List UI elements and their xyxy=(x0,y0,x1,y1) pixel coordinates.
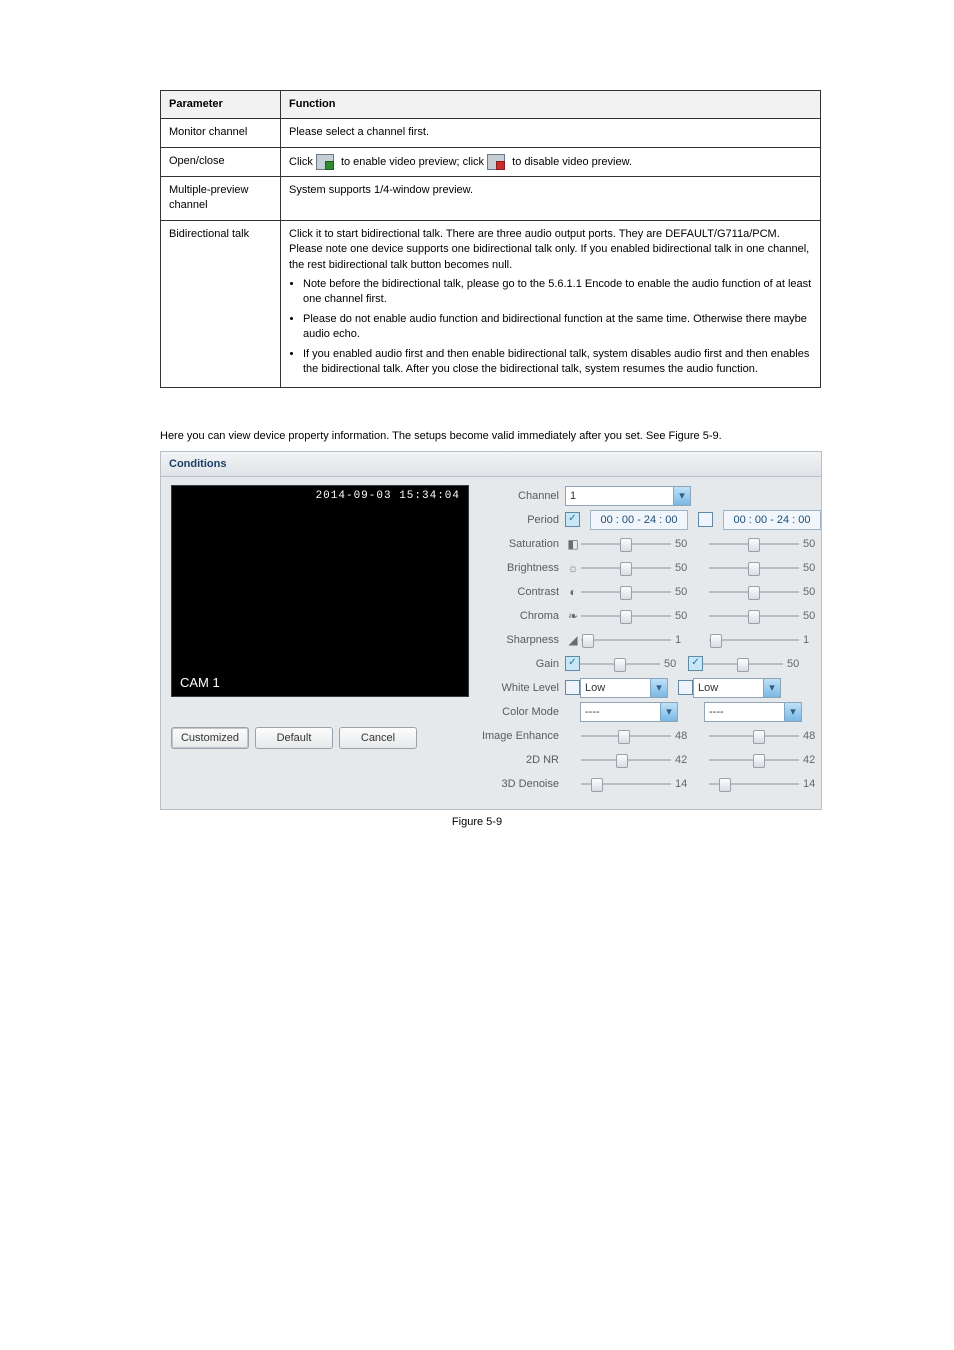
chevron-down-icon: ▾ xyxy=(650,679,667,697)
nr2d-slider-2[interactable] xyxy=(709,751,799,769)
saturation-slider-1[interactable] xyxy=(581,535,671,553)
table-row: Bidirectional talk Click it to start bid… xyxy=(161,220,821,388)
brightness-icon: ☼ xyxy=(565,561,581,575)
brightness-slider-1[interactable] xyxy=(581,559,671,577)
channel-select[interactable]: 1 ▾ xyxy=(565,486,691,506)
gain-checkbox-2[interactable] xyxy=(688,656,703,671)
gain-slider-2[interactable] xyxy=(703,655,783,673)
chevron-down-icon: ▾ xyxy=(660,703,677,721)
chevron-down-icon: ▾ xyxy=(673,487,690,505)
channel-label: Channel xyxy=(477,490,565,502)
white-select-2[interactable]: Low▾ xyxy=(693,678,781,698)
preview-disable-icon xyxy=(487,154,505,170)
sharpness-slider-1[interactable] xyxy=(581,631,671,649)
figure-caption: Figure 5-9 xyxy=(160,816,794,828)
cancel-button[interactable]: Cancel xyxy=(339,727,417,749)
gain-checkbox-1[interactable] xyxy=(565,656,580,671)
table-header-func: Function xyxy=(281,91,821,119)
camera-label: CAM 1 xyxy=(180,675,220,690)
body-paragraph: Here you can view device property inform… xyxy=(160,428,794,445)
enhance-slider-2[interactable] xyxy=(709,727,799,745)
gain-slider-1[interactable] xyxy=(580,655,660,673)
period-checkbox-1[interactable] xyxy=(565,512,580,527)
preview-timestamp: 2014-09-03 15:34:04 xyxy=(316,490,460,502)
saturation-slider-2[interactable] xyxy=(709,535,799,553)
chevron-down-icon: ▾ xyxy=(763,679,780,697)
white-checkbox-1[interactable] xyxy=(565,680,580,695)
colormode-select-2[interactable]: ----▾ xyxy=(704,702,802,722)
nr2d-slider-1[interactable] xyxy=(581,751,671,769)
table-row: Monitor channel Please select a channel … xyxy=(161,119,821,147)
white-select-1[interactable]: Low▾ xyxy=(580,678,668,698)
nr3d-slider-2[interactable] xyxy=(709,775,799,793)
default-button[interactable]: Default xyxy=(255,727,333,749)
preview-enable-icon xyxy=(316,154,334,170)
enhance-slider-1[interactable] xyxy=(581,727,671,745)
brightness-slider-2[interactable] xyxy=(709,559,799,577)
colormode-select-1[interactable]: ----▾ xyxy=(580,702,678,722)
chroma-slider-1[interactable] xyxy=(581,607,671,625)
white-checkbox-2[interactable] xyxy=(678,680,693,695)
chevron-down-icon: ▾ xyxy=(784,703,801,721)
contrast-slider-1[interactable] xyxy=(581,583,671,601)
table-row: Multiple-preview channel System supports… xyxy=(161,177,821,221)
video-preview: 2014-09-03 15:34:04 CAM 1 xyxy=(171,485,469,697)
window-titlebar: Conditions xyxy=(161,452,821,477)
period-label: Period xyxy=(477,514,565,526)
sharpness-icon: ◢ xyxy=(565,633,581,647)
chroma-icon: ❧ xyxy=(565,609,581,623)
period-checkbox-2[interactable] xyxy=(698,512,713,527)
contrast-icon: ◐ xyxy=(565,585,581,599)
saturation-icon: ◧ xyxy=(565,537,581,551)
period-time-1[interactable]: 00 : 00 - 24 : 00 xyxy=(590,510,688,530)
table-row: Open/close Click to enable video preview… xyxy=(161,147,821,176)
sharpness-slider-2[interactable] xyxy=(709,631,799,649)
chroma-slider-2[interactable] xyxy=(709,607,799,625)
nr3d-slider-1[interactable] xyxy=(581,775,671,793)
customized-button[interactable]: Customized xyxy=(171,727,249,749)
period-time-2[interactable]: 00 : 00 - 24 : 00 xyxy=(723,510,821,530)
conditions-window: Conditions 2014-09-03 15:34:04 CAM 1 Cus… xyxy=(160,451,822,810)
parameter-table: Parameter Function Monitor channel Pleas… xyxy=(160,90,821,388)
contrast-slider-2[interactable] xyxy=(709,583,799,601)
window-title: Conditions xyxy=(169,458,226,470)
table-header-param: Parameter xyxy=(161,91,281,119)
